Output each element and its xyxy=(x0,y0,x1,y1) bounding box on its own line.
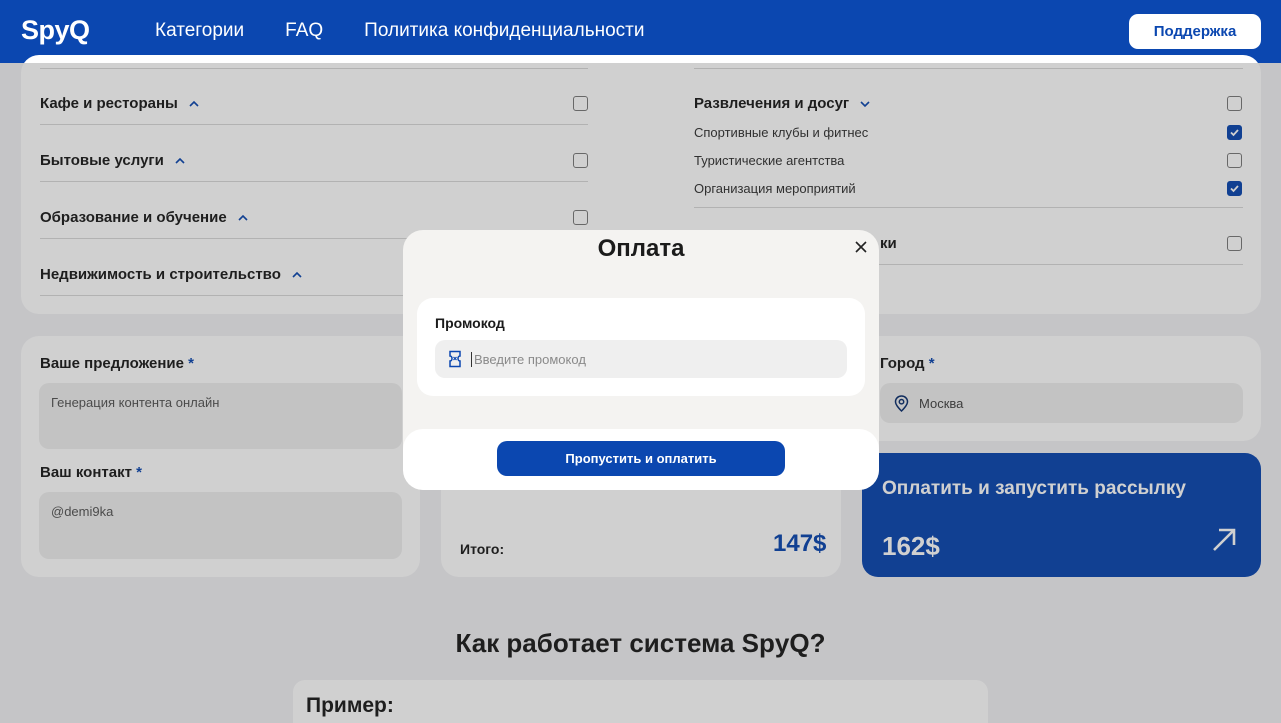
main-nav: Категории FAQ Политика конфиденциальност… xyxy=(155,20,644,42)
payment-modal: Оплата Промокод Пропустить и оплатить xyxy=(403,230,879,490)
promo-input-wrapper[interactable] xyxy=(435,340,847,378)
nav-categories[interactable]: Категории xyxy=(155,20,244,42)
nav-privacy[interactable]: Политика конфиденциальности xyxy=(364,20,644,42)
top-header: SpyQ Категории FAQ Политика конфиденциал… xyxy=(0,0,1281,63)
nav-faq[interactable]: FAQ xyxy=(285,20,323,42)
ticket-icon xyxy=(449,350,461,368)
support-button[interactable]: Поддержка xyxy=(1129,14,1261,49)
promo-section: Промокод xyxy=(417,298,865,396)
logo[interactable]: SpyQ xyxy=(21,15,90,46)
close-icon[interactable] xyxy=(853,239,869,255)
skip-and-pay-button[interactable]: Пропустить и оплатить xyxy=(497,441,785,476)
modal-footer: Пропустить и оплатить xyxy=(403,429,879,490)
promo-label: Промокод xyxy=(435,315,505,331)
promo-input[interactable] xyxy=(471,351,831,367)
modal-title: Оплата xyxy=(597,235,685,262)
